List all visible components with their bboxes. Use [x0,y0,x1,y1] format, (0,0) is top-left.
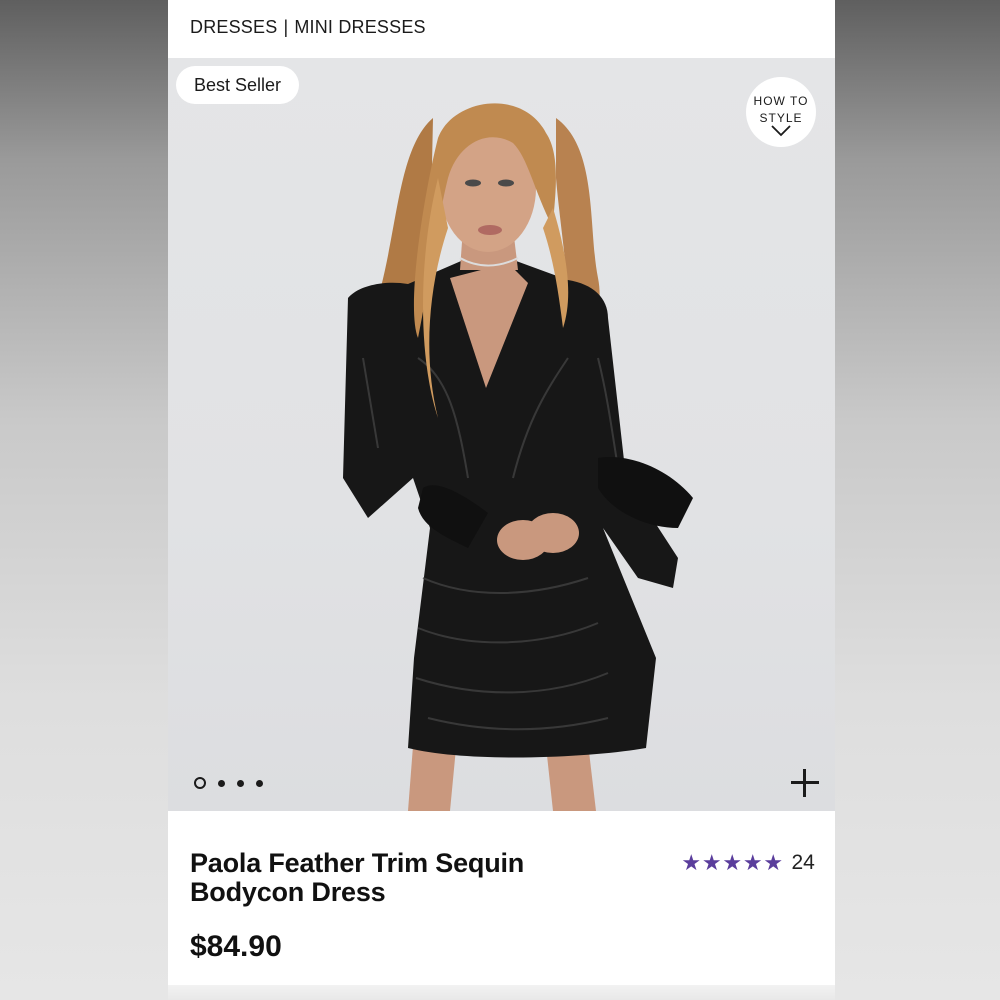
carousel-dot-3[interactable] [237,779,244,787]
carousel-indicator [194,776,263,790]
how-to-style-label-1: HOW TO [753,94,809,108]
background-left [0,0,168,1000]
star-icon: ★ [763,850,784,875]
product-image-carousel[interactable]: Best Seller HOW TO STYLE [168,58,835,811]
breadcrumb-separator: | [283,17,289,37]
star-icon: ★ [742,850,763,875]
carousel-dot-2[interactable] [218,779,225,787]
product-price: $84.90 [190,930,282,963]
star-icon: ★ [681,850,702,875]
review-count[interactable]: 24 [792,851,815,875]
carousel-dot-4[interactable] [256,779,263,787]
star-icon: ★ [701,850,722,875]
breadcrumb-dresses[interactable]: DRESSES [190,17,277,37]
product-page: DRESSES | MINI DRESSES Best Seller HOW T… [168,0,835,1000]
section-divider [168,985,835,1000]
background-right [835,0,1000,1000]
star-icon: ★ [722,850,743,875]
product-title: Paola Feather Trim Sequin Bodycon Dress [190,848,525,907]
plus-icon[interactable] [791,769,819,797]
breadcrumb-mini-dresses[interactable]: MINI DRESSES [294,17,425,37]
breadcrumb: DRESSES | MINI DRESSES [190,17,426,38]
product-rating[interactable]: ★ ★ ★ ★ ★ 24 [681,851,815,875]
best-seller-badge: Best Seller [176,66,300,104]
how-to-style-button[interactable]: HOW TO STYLE [746,77,816,147]
carousel-dot-1[interactable] [194,777,206,789]
model-photo [343,103,693,811]
how-to-style-label-2: STYLE [759,111,803,125]
chevron-down-icon [771,125,791,137]
rating-stars: ★ ★ ★ ★ ★ [681,851,784,875]
